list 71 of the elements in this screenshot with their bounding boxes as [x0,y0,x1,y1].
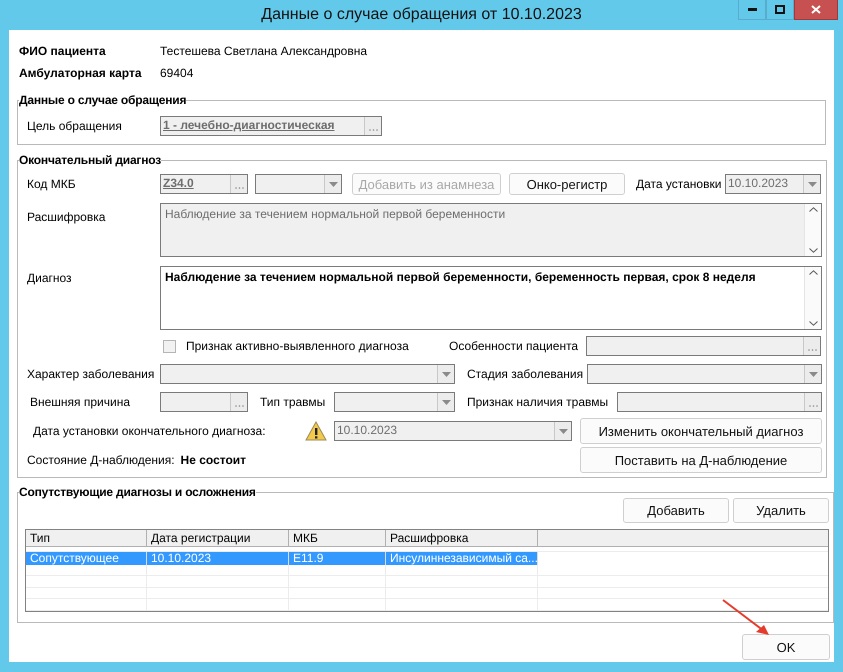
delete-button[interactable]: Удалить [733,498,829,522]
column-header[interactable]: МКБ [289,530,386,546]
column-header[interactable]: Расшифровка [386,530,538,546]
table-cell: E11.9 [289,552,386,565]
caret-icon [808,372,818,376]
field-label: Внешняя причина [29,395,132,409]
external-cause-field[interactable] [160,392,248,412]
field-value: Тестешева Светлана Александровна [160,44,368,58]
change-diagnosis-button[interactable]: Изменить окончательный диагноз [580,418,822,444]
field-label: Признак наличия травмы [467,395,610,409]
table-cell: 10.10.2023 [147,552,289,565]
patient-features-field[interactable] [586,336,821,356]
field-label: Тип травмы [260,395,326,409]
field-label: Амбулаторная карта [19,66,143,80]
field-label: Расшифровка [27,210,106,224]
warning-icon [305,421,327,441]
chevron-up-icon [808,270,818,275]
annotation-arrow [720,597,772,637]
scrollbar[interactable] [804,267,821,329]
checkbox[interactable] [163,340,176,352]
icd-code-field[interactable]: Z34.0 [160,174,248,194]
group-title: Окончательный диагноз [19,153,162,167]
maximize-icon [775,5,785,14]
status-value: Не состоит [180,453,246,467]
injury-sign-field[interactable] [617,392,822,412]
disease-stage-dropdown[interactable] [587,364,822,384]
field-label: Характер заболевания [27,367,156,381]
dropdown[interactable] [255,174,342,194]
chevron-up-icon [808,207,818,212]
injury-type-dropdown[interactable] [334,392,455,412]
chevron-down-icon [808,321,818,326]
table-cell: Инсулиннезависимый са... [386,552,538,565]
close-icon [811,5,821,14]
caret-icon [558,428,568,434]
add-button[interactable]: Добавить [623,498,729,522]
diagnosis-textarea[interactable]: Наблюдение за течением нормальной первой беременности, беременность первая, срок 8 неделя [160,266,822,330]
field-label: Стадия заболевания [467,367,584,381]
field-label: Дата установки окончательного диагноза: [32,424,267,438]
field-label: Состояние Д-наблюдения: [27,453,175,467]
field-label: Цель обращения [27,119,123,133]
window-title: Данные о случае обращения от 10.10.2023 [261,6,582,24]
ok-button[interactable]: OK [742,634,830,660]
checkbox-label: Признак активно-выявленного диагноза [186,339,410,353]
caret-icon [808,182,816,186]
caret-icon [442,400,450,404]
caret-icon [442,372,450,376]
field-value: 69404 [160,66,194,80]
group-title: Данные о случае обращения [19,93,186,107]
disease-character-dropdown[interactable] [160,364,455,384]
field-label: Код МКБ [27,177,77,191]
field-label: Диагноз [27,271,73,285]
close-button[interactable] [794,0,838,20]
maximize-button[interactable] [766,0,794,20]
group-title: Сопутствующие диагнозы и осложнения [19,485,256,499]
field-label: Дата установки [636,177,722,191]
scrollbar[interactable] [804,204,821,256]
column-header[interactable]: Дата регистрации [147,530,289,546]
table-cell: Сопутствующее [26,552,147,565]
purpose-field[interactable]: 1 - лечебно-диагностическая [160,116,382,136]
date-picker[interactable]: 10.10.2023 [725,174,821,194]
onco-register-button[interactable]: Онко-регистр [509,173,625,195]
minimize-button[interactable] [738,0,766,20]
date-picker[interactable]: 10.10.2023 [334,421,572,441]
minimize-icon [748,8,756,11]
dispensary-button[interactable]: Поставить на Д-наблюдение [580,447,822,473]
chevron-down-icon [808,248,818,253]
decoding-textarea[interactable]: Наблюдение за течением нормальной первой беременности [160,203,822,257]
field-label: Особенности пациента [449,339,580,353]
field-label: ФИО пациента [19,44,107,58]
caret-icon [328,182,338,186]
column-header[interactable]: Тип [26,530,147,546]
